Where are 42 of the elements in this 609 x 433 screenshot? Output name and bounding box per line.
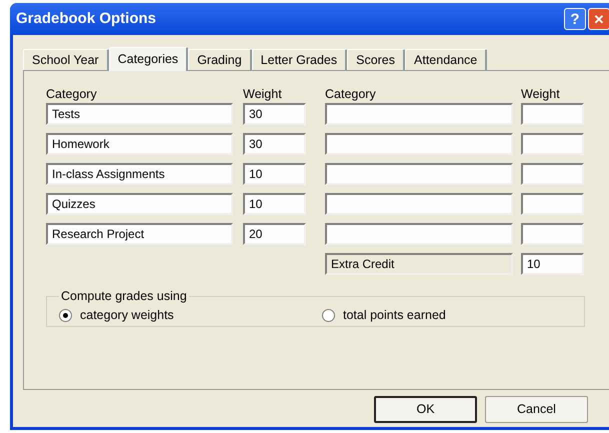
text-field[interactable] [521, 133, 584, 155]
text-field[interactable]: 10 [521, 253, 584, 275]
text-field[interactable]: Research Project [46, 223, 233, 245]
text-field[interactable] [325, 163, 513, 185]
column-header: Category [325, 86, 377, 103]
radio-button[interactable] [59, 308, 72, 322]
radio-option[interactable]: category weights [59, 306, 322, 324]
dialog-button[interactable]: Cancel [485, 396, 588, 423]
text-field[interactable]: 10 [243, 193, 306, 215]
column-header: Weight [243, 86, 283, 103]
text-field[interactable] [325, 103, 513, 125]
window-title: Gradebook Options [16, 8, 158, 29]
group-label: Compute grades using [60, 288, 188, 305]
text-field[interactable]: Quizzes [46, 193, 233, 215]
text-field[interactable] [325, 133, 513, 155]
tab[interactable]: Attendance [405, 49, 488, 70]
radio-option[interactable]: total points earned [322, 306, 446, 324]
text-field[interactable]: 10 [243, 163, 306, 185]
column-header: Category [46, 86, 98, 103]
tab[interactable]: Grading [188, 49, 252, 70]
column-header: Weight [521, 86, 560, 103]
close-button[interactable]: ✕ [588, 8, 609, 30]
help-button[interactable]: ? [564, 8, 586, 30]
text-field[interactable] [521, 103, 584, 125]
tab[interactable]: Categories [108, 47, 188, 71]
text-field[interactable]: Tests [46, 103, 233, 125]
extra-credit-field[interactable]: Extra Credit [325, 253, 513, 275]
text-field[interactable] [521, 193, 584, 215]
radio-button[interactable] [322, 308, 335, 322]
text-field[interactable]: In-class Assignments [46, 163, 233, 185]
text-field[interactable]: 20 [243, 223, 306, 245]
dialog-button[interactable]: OK [374, 396, 477, 423]
text-field[interactable]: Homework [46, 133, 233, 155]
tab[interactable]: Scores [347, 49, 406, 70]
text-field[interactable]: 30 [243, 133, 306, 155]
text-field[interactable] [521, 163, 584, 185]
tab[interactable]: School Year [23, 49, 109, 70]
text-field[interactable] [325, 193, 513, 215]
tab[interactable]: Letter Grades [252, 49, 348, 70]
text-field[interactable] [521, 223, 584, 245]
text-field[interactable] [325, 223, 513, 245]
text-field[interactable]: 30 [243, 103, 306, 125]
